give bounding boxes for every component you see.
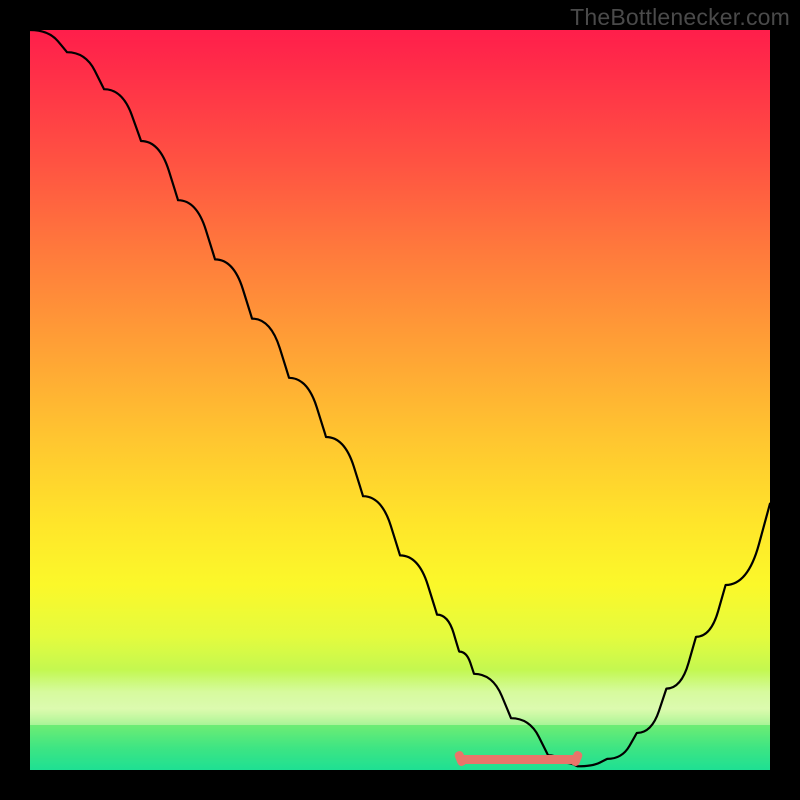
watermark-text: TheBottlenecker.com — [570, 4, 790, 31]
chart-frame: TheBottlenecker.com — [0, 0, 800, 800]
bottleneck-curve — [30, 30, 770, 770]
plot-area — [30, 30, 770, 770]
optimal-range-marker — [459, 755, 577, 764]
